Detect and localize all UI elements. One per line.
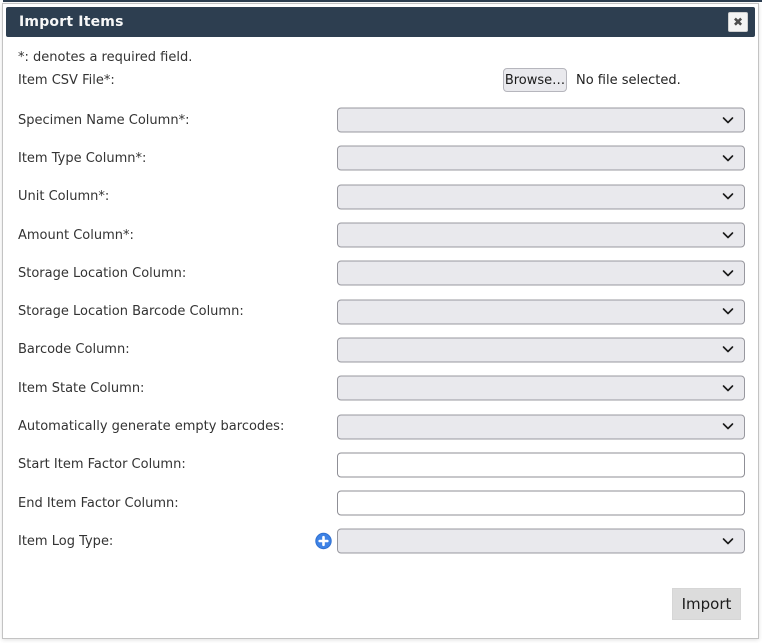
item-log-type-select[interactable] [337, 529, 745, 554]
start-item-factor-column-label: Start Item Factor Column: [18, 457, 186, 472]
form-row: Barcode Column: [18, 331, 743, 369]
end-item-factor-input[interactable] [337, 491, 745, 516]
form-row: Item State Column: [18, 369, 743, 407]
dialog-content: *: denotes a required field. Item CSV Fi… [6, 37, 755, 561]
start-item-factor-input[interactable] [337, 452, 745, 477]
specimen-name-column-label: Specimen Name Column*: [18, 113, 189, 128]
form-row: Specimen Name Column*: [18, 101, 743, 139]
add-item-log-type-icon[interactable] [315, 533, 332, 550]
form-row: Start Item Factor Column: [18, 446, 743, 484]
background-page-topbar [3, 0, 762, 2]
barcode-column-select[interactable] [337, 337, 745, 362]
storage-location-column-label: Storage Location Column: [18, 266, 186, 281]
file-picker: Browse… No file selected. [503, 68, 681, 92]
form-row: Item Log Type: [18, 522, 743, 560]
browse-button[interactable]: Browse… [503, 68, 567, 92]
item-type-column-label: Item Type Column*: [18, 151, 146, 166]
storage-location-barcode-column-label: Storage Location Barcode Column: [18, 304, 244, 319]
dialog-title: Import Items [19, 14, 124, 30]
import-button[interactable]: Import [672, 588, 741, 620]
file-status-text: No file selected. [576, 73, 681, 88]
barcode-column-label: Barcode Column: [18, 342, 130, 357]
unit-column-label: Unit Column*: [18, 189, 109, 204]
form-row: Item Type Column*: [18, 139, 743, 177]
amount-column-label: Amount Column*: [18, 228, 134, 243]
item-state-column-select[interactable] [337, 376, 745, 401]
auto-generate-barcodes-label: Automatically generate empty barcodes: [18, 419, 284, 434]
import-items-dialog: Import Items ✖ *: denotes a required fie… [2, 3, 759, 639]
amount-column-select[interactable] [337, 223, 745, 248]
form-row: Storage Location Barcode Column: [18, 292, 743, 330]
form-row: Amount Column*: [18, 216, 743, 254]
item-type-column-select[interactable] [337, 146, 745, 171]
item-csv-file-row: Item CSV File*: Browse… No file selected… [18, 66, 743, 94]
required-field-note: *: denotes a required field. [18, 49, 743, 66]
form-row: Storage Location Column: [18, 254, 743, 292]
form-row: Automatically generate empty barcodes: [18, 407, 743, 445]
form-rows: Specimen Name Column*: Item Type Column*… [18, 101, 743, 561]
dialog-titlebar: Import Items ✖ [6, 7, 755, 37]
storage-location-column-select[interactable] [337, 261, 745, 286]
close-icon[interactable]: ✖ [728, 12, 748, 32]
specimen-name-column-select[interactable] [337, 108, 745, 133]
end-item-factor-column-label: End Item Factor Column: [18, 496, 179, 511]
auto-generate-barcodes-select[interactable] [337, 414, 745, 439]
form-row: Unit Column*: [18, 178, 743, 216]
item-log-type-label: Item Log Type: [18, 534, 113, 549]
item-csv-file-label: Item CSV File*: [18, 73, 115, 88]
unit-column-select[interactable] [337, 184, 745, 209]
item-state-column-label: Item State Column: [18, 381, 144, 396]
form-row: End Item Factor Column: [18, 484, 743, 522]
storage-location-barcode-column-select[interactable] [337, 299, 745, 324]
